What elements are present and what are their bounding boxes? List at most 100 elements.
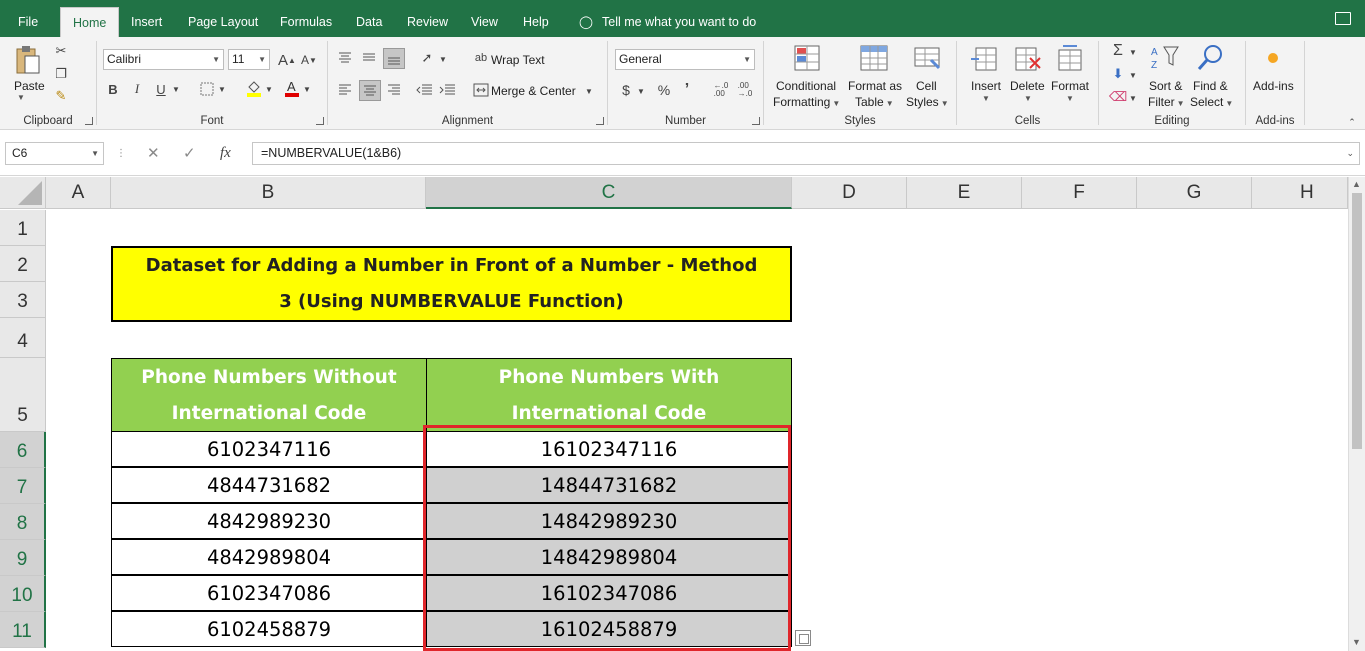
- paste-button[interactable]: Paste: [14, 79, 45, 93]
- format-painter-icon[interactable]: ✎: [52, 88, 70, 104]
- header-cell-c5[interactable]: Phone Numbers With International Code: [426, 358, 792, 432]
- fill-color-icon[interactable]: [245, 78, 263, 98]
- paste-dropdown-icon[interactable]: ▼: [17, 93, 25, 102]
- cell-styles-label-2[interactable]: Styles ▼: [906, 95, 949, 109]
- autosum-icon[interactable]: Σ: [1109, 42, 1127, 60]
- underline-dropdown-icon[interactable]: ▼: [171, 80, 181, 98]
- row-header-11[interactable]: 11: [0, 612, 46, 648]
- cell-styles-icon[interactable]: [912, 43, 944, 75]
- cell-styles-label-1[interactable]: Cell: [916, 79, 937, 93]
- tab-formulas[interactable]: Formulas: [280, 0, 332, 37]
- increase-decimal-icon[interactable]: ←.0.00: [710, 81, 732, 99]
- borders-dropdown-icon[interactable]: ▼: [217, 80, 227, 98]
- alignment-launcher-icon[interactable]: [596, 117, 604, 125]
- insert-function-icon[interactable]: fx: [220, 142, 231, 165]
- tell-me-search[interactable]: ◯ Tell me what you want to do: [578, 0, 756, 37]
- row-header-3[interactable]: 3: [0, 282, 46, 318]
- fill-color-dropdown-icon[interactable]: ▼: [264, 80, 274, 98]
- tab-view[interactable]: View: [471, 0, 498, 37]
- expand-formula-icon[interactable]: ⌄: [1346, 143, 1354, 164]
- currency-dropdown-icon[interactable]: ▼: [636, 83, 646, 99]
- column-header-h[interactable]: H: [1252, 177, 1348, 209]
- merge-dropdown-icon[interactable]: ▼: [584, 83, 594, 99]
- find-select-label-1[interactable]: Find &: [1193, 79, 1228, 93]
- tab-insert[interactable]: Insert: [131, 0, 162, 37]
- cell-c9[interactable]: 14842989804: [426, 539, 792, 575]
- cell-c7[interactable]: 14844731682: [426, 467, 792, 503]
- row-header-6[interactable]: 6: [0, 432, 46, 468]
- decrease-indent-icon[interactable]: [414, 81, 434, 99]
- decrease-decimal-icon[interactable]: .00 →.0: [734, 81, 756, 99]
- find-select-icon[interactable]: [1195, 42, 1227, 74]
- orientation-dropdown-icon[interactable]: ▼: [438, 51, 448, 67]
- font-color-icon[interactable]: A: [283, 78, 301, 98]
- column-header-g[interactable]: G: [1137, 177, 1252, 209]
- row-header-8[interactable]: 8: [0, 504, 46, 540]
- italic-button[interactable]: I: [129, 80, 145, 98]
- cell-b11[interactable]: 6102458879: [111, 611, 427, 647]
- column-header-c[interactable]: C: [426, 177, 792, 209]
- row-header-1[interactable]: 1: [0, 210, 46, 246]
- align-center-icon[interactable]: [359, 80, 381, 101]
- tab-home[interactable]: Home: [60, 7, 120, 37]
- conditional-formatting-label-2[interactable]: Formatting ▼: [773, 95, 840, 109]
- select-all-button[interactable]: [0, 177, 46, 209]
- copy-icon[interactable]: ❐: [52, 66, 70, 82]
- column-header-b[interactable]: B: [111, 177, 426, 209]
- cell-b8[interactable]: 4842989230: [111, 503, 427, 539]
- fill-dropdown-icon[interactable]: ▼: [1128, 67, 1138, 83]
- bold-button[interactable]: B: [105, 80, 121, 98]
- font-size-select[interactable]: 11 ▼: [228, 49, 270, 70]
- cell-b9[interactable]: 4842989804: [111, 539, 427, 575]
- sort-filter-label-1[interactable]: Sort &: [1149, 79, 1182, 93]
- cell-c10[interactable]: 16102347086: [426, 575, 792, 611]
- header-cell-b5[interactable]: Phone Numbers Without International Code: [111, 358, 427, 432]
- format-as-table-label-1[interactable]: Format as: [848, 79, 902, 93]
- add-ins-button[interactable]: Add-ins: [1253, 79, 1294, 93]
- format-as-table-label-2[interactable]: Table ▼: [855, 95, 894, 109]
- column-header-d[interactable]: D: [792, 177, 907, 209]
- currency-button[interactable]: $: [618, 81, 634, 99]
- borders-icon[interactable]: [198, 80, 216, 98]
- middle-align-icon[interactable]: [360, 49, 378, 67]
- clipboard-launcher-icon[interactable]: [85, 117, 93, 125]
- format-as-table-icon[interactable]: [858, 43, 890, 75]
- increase-font-size-icon[interactable]: A ▲: [277, 51, 297, 69]
- column-header-a[interactable]: A: [46, 177, 111, 209]
- merge-center-icon[interactable]: [472, 81, 490, 99]
- sort-filter-label-2[interactable]: Filter ▼: [1148, 95, 1185, 109]
- add-ins-icon[interactable]: [1264, 49, 1282, 67]
- column-header-f[interactable]: F: [1022, 177, 1137, 209]
- name-box[interactable]: C6 ▼: [5, 142, 104, 165]
- comma-style-button[interactable]: ’: [680, 81, 694, 99]
- number-launcher-icon[interactable]: [752, 117, 760, 125]
- percent-button[interactable]: %: [655, 81, 673, 99]
- sort-filter-icon[interactable]: AZ: [1149, 42, 1181, 74]
- format-dropdown-icon[interactable]: ▼: [1066, 94, 1074, 103]
- increase-indent-icon[interactable]: [437, 81, 457, 99]
- row-header-4[interactable]: 4: [0, 318, 46, 358]
- vertical-scrollbar[interactable]: ▲ ▼: [1348, 177, 1365, 651]
- tab-data[interactable]: Data: [356, 0, 382, 37]
- scrollbar-thumb[interactable]: [1352, 193, 1362, 449]
- tab-review[interactable]: Review: [407, 0, 448, 37]
- row-header-10[interactable]: 10: [0, 576, 46, 612]
- find-select-label-2[interactable]: Select ▼: [1190, 95, 1233, 109]
- column-header-e[interactable]: E: [907, 177, 1022, 209]
- conditional-formatting-label-1[interactable]: Conditional: [776, 79, 836, 93]
- clear-icon[interactable]: ⌫: [1109, 88, 1127, 106]
- cell-c11[interactable]: 16102458879: [426, 611, 792, 647]
- cell-b10[interactable]: 6102347086: [111, 575, 427, 611]
- more-options-icon[interactable]: ⋮: [116, 142, 126, 165]
- format-cells-icon[interactable]: [1054, 43, 1086, 75]
- cancel-icon[interactable]: ✕: [147, 142, 160, 165]
- row-header-5[interactable]: 5: [0, 358, 46, 432]
- merge-center-button[interactable]: Merge & Center: [491, 84, 576, 98]
- paste-icon[interactable]: [12, 43, 44, 77]
- insert-dropdown-icon[interactable]: ▼: [982, 94, 990, 103]
- tab-help[interactable]: Help: [523, 0, 549, 37]
- clear-dropdown-icon[interactable]: ▼: [1128, 90, 1138, 106]
- delete-cells-button[interactable]: Delete: [1010, 79, 1045, 93]
- wrap-text-icon[interactable]: ab: [472, 49, 490, 67]
- font-launcher-icon[interactable]: [316, 117, 324, 125]
